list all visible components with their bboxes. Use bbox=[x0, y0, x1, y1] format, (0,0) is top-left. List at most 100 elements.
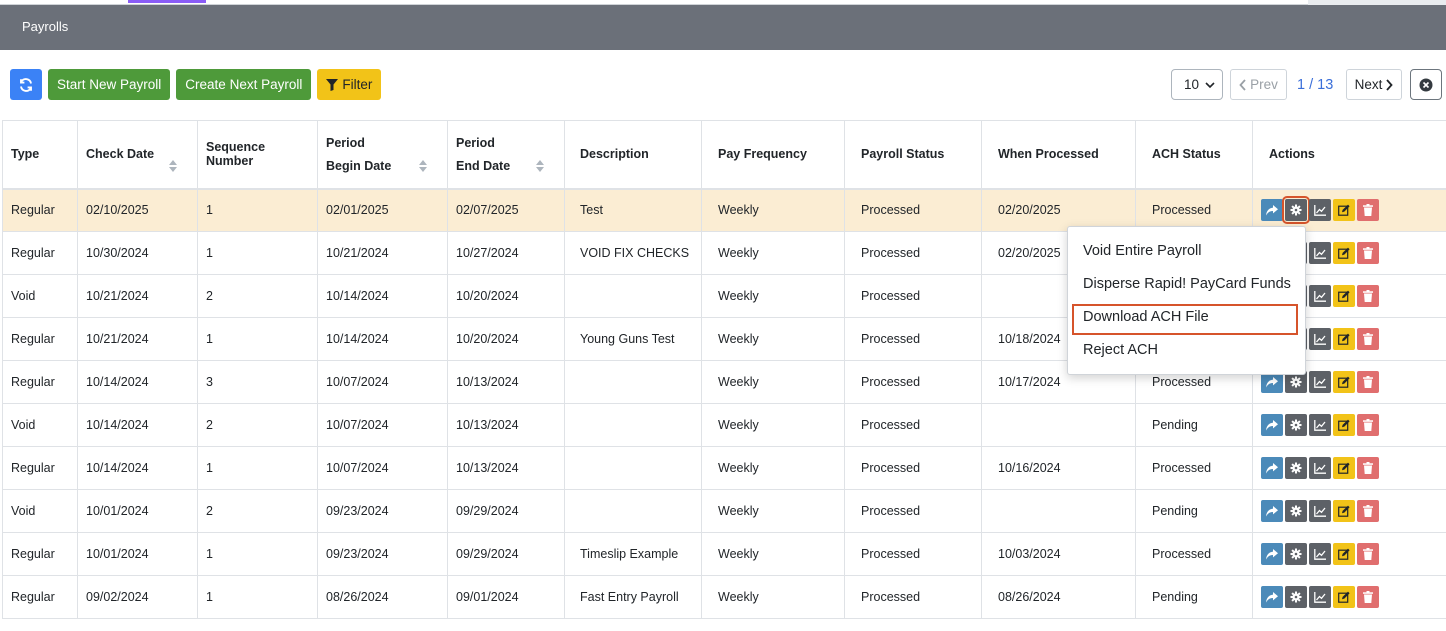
col-payroll-status[interactable]: Payroll Status bbox=[844, 120, 982, 190]
cell-actions bbox=[1252, 446, 1446, 490]
cell-begin: 10/14/2024 bbox=[317, 317, 448, 361]
gear-icon[interactable] bbox=[1285, 457, 1307, 479]
edit-icon[interactable] bbox=[1333, 242, 1355, 264]
menu-item-disperse-paycard-funds[interactable]: Disperse Rapid! PayCard Funds bbox=[1068, 270, 1305, 303]
gear-icon[interactable] bbox=[1282, 196, 1310, 225]
col-pay-frequency[interactable]: Pay Frequency bbox=[701, 120, 845, 190]
trash-icon[interactable] bbox=[1357, 543, 1379, 565]
cell-freq: Weekly bbox=[701, 274, 845, 318]
edit-icon[interactable] bbox=[1333, 414, 1355, 436]
cell-check-date: 09/02/2024 bbox=[77, 575, 198, 619]
row-actions bbox=[1261, 457, 1440, 479]
col-when-processed[interactable]: When Processed bbox=[981, 120, 1136, 190]
cell-begin: 10/14/2024 bbox=[317, 274, 448, 318]
cell-seq: 1 bbox=[197, 188, 318, 232]
col-sequence-number[interactable]: Sequence Number bbox=[197, 120, 318, 190]
cell-ach: Pending bbox=[1135, 575, 1253, 619]
cell-check-date: 02/10/2025 bbox=[77, 188, 198, 232]
cell-actions bbox=[1252, 575, 1446, 619]
table-row[interactable]: Regular 10/14/2024 1 10/07/2024 10/13/2024 We… bbox=[2, 446, 1446, 490]
share-icon[interactable] bbox=[1261, 586, 1283, 608]
chart-icon[interactable] bbox=[1309, 199, 1331, 222]
chart-icon[interactable] bbox=[1309, 457, 1331, 479]
cell-end: 10/20/2024 bbox=[447, 317, 565, 361]
page-indicator: 1 / 13 bbox=[1297, 77, 1334, 93]
gear-icon[interactable] bbox=[1285, 586, 1307, 608]
chart-icon[interactable] bbox=[1309, 285, 1331, 307]
cell-type: Void bbox=[2, 274, 78, 318]
next-page-button[interactable]: Next bbox=[1346, 69, 1402, 100]
col-type[interactable]: Type bbox=[2, 120, 78, 190]
cell-freq: Weekly bbox=[701, 489, 845, 533]
share-icon[interactable] bbox=[1261, 543, 1283, 565]
share-icon[interactable] bbox=[1261, 414, 1283, 436]
edit-icon[interactable] bbox=[1333, 285, 1355, 307]
table-row[interactable]: Regular 10/01/2024 1 09/23/2024 09/29/2024 Ti… bbox=[2, 532, 1446, 576]
menu-item-download-ach-file[interactable]: Download ACH File bbox=[1068, 303, 1305, 336]
col-period-end-date[interactable]: Period End Date bbox=[447, 120, 565, 190]
trash-icon[interactable] bbox=[1357, 371, 1379, 393]
cell-check-date: 10/21/2024 bbox=[77, 274, 198, 318]
page-header: Payrolls bbox=[0, 5, 1446, 50]
col-description[interactable]: Description bbox=[564, 120, 702, 190]
trash-icon[interactable] bbox=[1357, 199, 1379, 222]
cell-end: 09/29/2024 bbox=[447, 532, 565, 576]
chart-icon[interactable] bbox=[1309, 371, 1331, 393]
cell-desc bbox=[564, 274, 702, 318]
edit-icon[interactable] bbox=[1333, 371, 1355, 393]
chart-icon[interactable] bbox=[1309, 543, 1331, 565]
table-row[interactable]: Void 10/01/2024 2 09/23/2024 09/29/2024 Weekl… bbox=[2, 489, 1446, 533]
trash-icon[interactable] bbox=[1357, 242, 1379, 264]
edit-icon[interactable] bbox=[1333, 543, 1355, 565]
cell-begin: 10/07/2024 bbox=[317, 360, 448, 404]
chart-icon[interactable] bbox=[1309, 328, 1331, 350]
cell-status: Processed bbox=[844, 403, 982, 447]
edit-icon[interactable] bbox=[1333, 457, 1355, 479]
cell-status: Processed bbox=[844, 360, 982, 404]
cell-when: 10/16/2024 bbox=[981, 446, 1136, 490]
share-icon[interactable] bbox=[1261, 199, 1283, 222]
gear-icon[interactable] bbox=[1285, 543, 1307, 565]
chart-icon[interactable] bbox=[1309, 500, 1331, 522]
share-icon[interactable] bbox=[1261, 500, 1283, 522]
cell-seq: 1 bbox=[197, 532, 318, 576]
chart-icon[interactable] bbox=[1309, 414, 1331, 436]
cell-check-date: 10/30/2024 bbox=[77, 231, 198, 275]
trash-icon[interactable] bbox=[1357, 328, 1379, 350]
edit-icon[interactable] bbox=[1333, 199, 1355, 222]
cell-begin: 10/07/2024 bbox=[317, 403, 448, 447]
trash-icon[interactable] bbox=[1357, 457, 1379, 479]
cell-begin: 02/01/2025 bbox=[317, 188, 448, 232]
chevron-right-icon bbox=[1386, 78, 1394, 91]
table-header-row: Type Check Date Sequence Number Period Be… bbox=[2, 120, 1446, 190]
close-button[interactable] bbox=[1410, 69, 1442, 100]
cell-type: Regular bbox=[2, 446, 78, 490]
col-check-date[interactable]: Check Date bbox=[77, 120, 198, 190]
trash-icon[interactable] bbox=[1357, 586, 1379, 608]
trash-icon[interactable] bbox=[1357, 414, 1379, 436]
edit-icon[interactable] bbox=[1333, 586, 1355, 608]
prev-page-button[interactable]: Prev bbox=[1230, 69, 1287, 100]
active-tab-indicator bbox=[128, 0, 206, 3]
cell-seq: 1 bbox=[197, 446, 318, 490]
col-ach-status[interactable]: ACH Status bbox=[1135, 120, 1253, 190]
share-icon[interactable] bbox=[1261, 457, 1283, 479]
menu-item-reject-ach[interactable]: Reject ACH bbox=[1068, 336, 1305, 369]
chevron-down-icon bbox=[1205, 82, 1215, 89]
chart-icon[interactable] bbox=[1309, 586, 1331, 608]
menu-item-void-entire-payroll[interactable]: Void Entire Payroll bbox=[1068, 237, 1305, 270]
row-actions bbox=[1261, 196, 1440, 225]
table-row[interactable]: Regular 09/02/2024 1 08/26/2024 09/01/2024 Fa… bbox=[2, 575, 1446, 619]
col-period-begin-date[interactable]: Period Begin Date bbox=[317, 120, 448, 190]
chart-icon[interactable] bbox=[1309, 242, 1331, 264]
trash-icon[interactable] bbox=[1357, 285, 1379, 307]
gear-icon[interactable] bbox=[1285, 414, 1307, 436]
edit-icon[interactable] bbox=[1333, 500, 1355, 522]
cell-status: Processed bbox=[844, 188, 982, 232]
table-row[interactable]: Void 10/14/2024 2 10/07/2024 10/13/2024 Weekl… bbox=[2, 403, 1446, 447]
edit-icon[interactable] bbox=[1333, 328, 1355, 350]
cell-check-date: 10/01/2024 bbox=[77, 489, 198, 533]
trash-icon[interactable] bbox=[1357, 500, 1379, 522]
per-page-select[interactable]: 10 bbox=[1171, 69, 1223, 100]
gear-icon[interactable] bbox=[1285, 500, 1307, 522]
